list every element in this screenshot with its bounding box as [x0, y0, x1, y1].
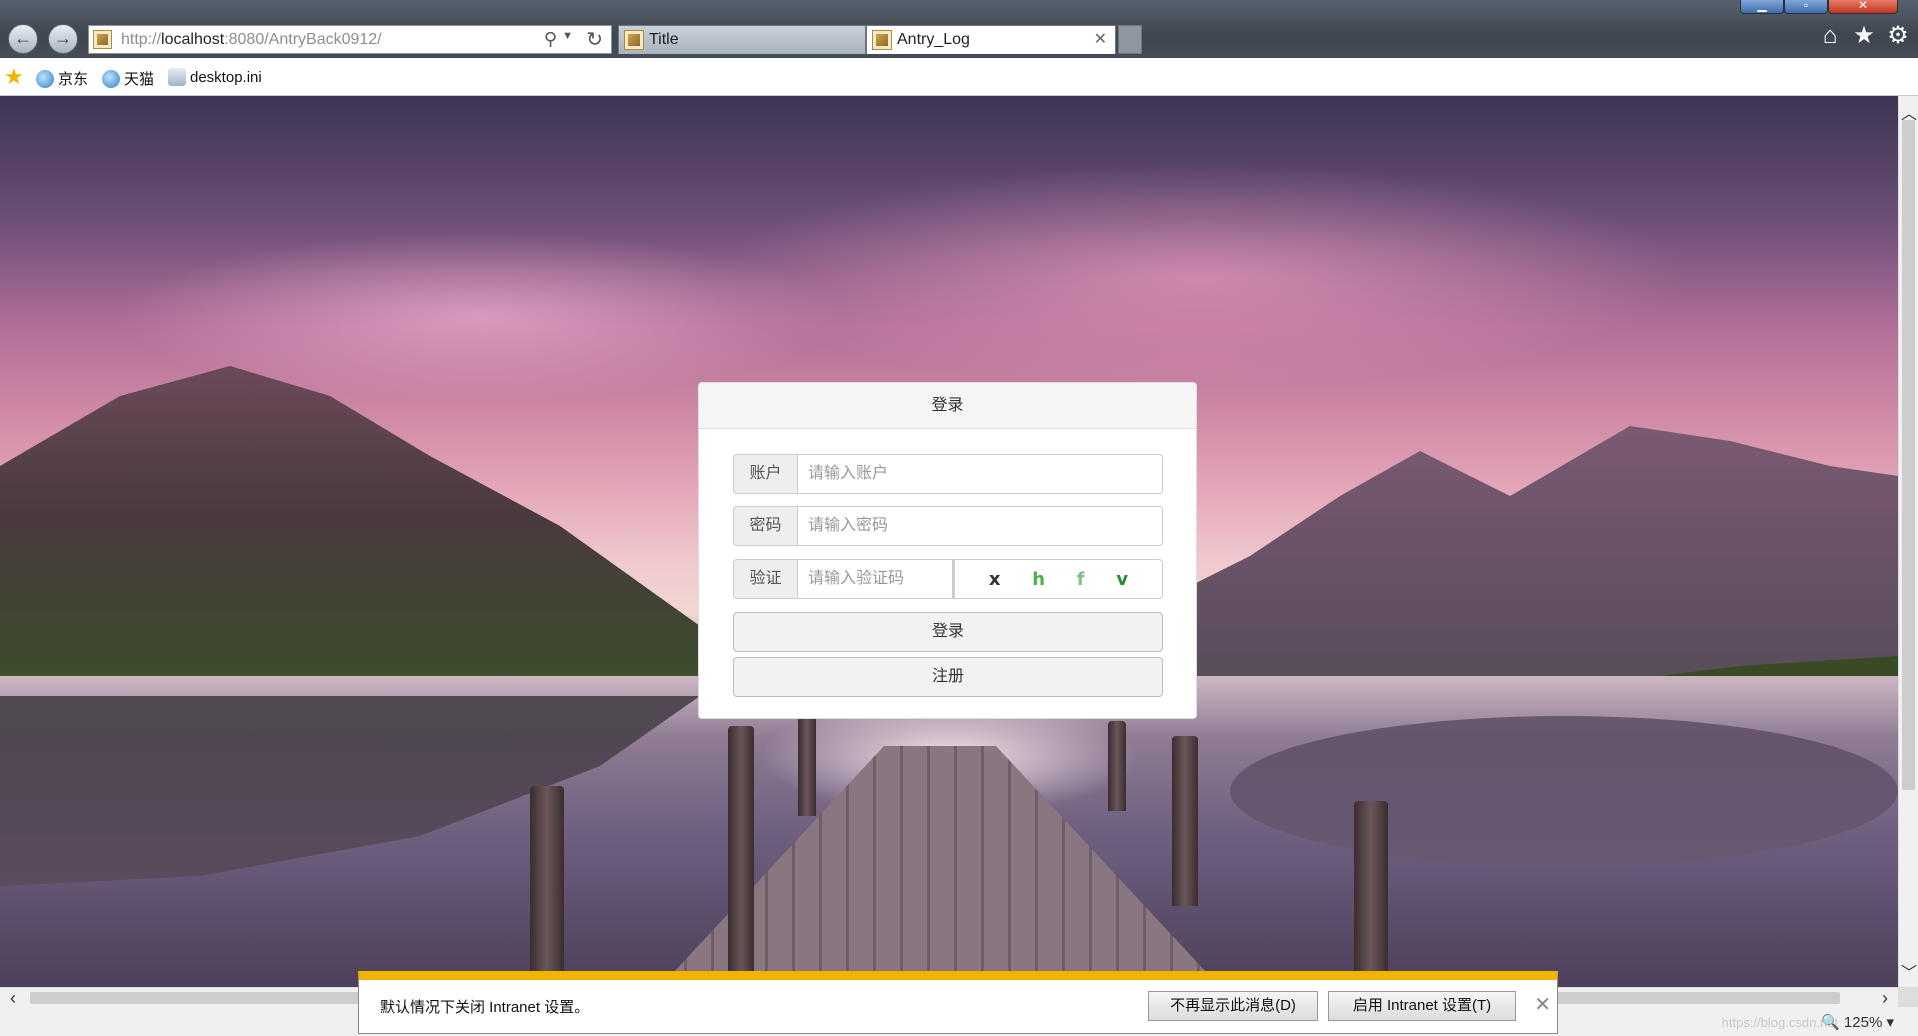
captcha-char: h	[1032, 568, 1046, 590]
pier-post	[798, 716, 816, 816]
pier-post	[530, 786, 564, 987]
tab-antry-log[interactable]: Antry_Log ✕	[866, 25, 1116, 54]
scroll-right-icon[interactable]: ›	[1882, 988, 1888, 1009]
tab-favicon-icon	[872, 30, 892, 50]
pier-post	[1354, 801, 1388, 987]
scroll-left-icon[interactable]: ‹	[10, 988, 16, 1009]
scrollbar-thumb[interactable]	[1902, 120, 1915, 790]
login-title: 登录	[699, 383, 1196, 429]
register-button[interactable]: 注册	[733, 657, 1163, 697]
window-close-button[interactable]: ✕	[1828, 0, 1898, 14]
new-tab-button[interactable]	[1118, 25, 1142, 54]
password-input[interactable]	[797, 506, 1163, 546]
tab-label: Antry_Log	[897, 31, 970, 48]
captcha-char: x	[988, 568, 1001, 590]
login-button[interactable]: 登录	[733, 612, 1163, 652]
login-panel: 登录 账户 密码 验证 x h f v 登录 注册	[698, 382, 1197, 719]
favorite-jingdong[interactable]: 京东	[36, 68, 88, 89]
address-bar[interactable]: http://localhost:8080/AntryBack0912/ ⚲ ▼…	[88, 25, 612, 54]
page-favicon-icon	[93, 30, 112, 49]
forward-button[interactable]: →	[48, 24, 78, 54]
back-button[interactable]: ←	[8, 24, 38, 54]
ie-icon	[102, 69, 120, 88]
minimize-button[interactable]: ▁	[1740, 0, 1784, 14]
home-icon[interactable]: ⌂	[1818, 24, 1842, 48]
ie-icon	[36, 69, 54, 88]
page-viewport: 登录 账户 密码 验证 x h f v 登录 注册	[0, 96, 1898, 987]
window-controls: ▁ ▫ ✕	[1740, 0, 1898, 14]
notification-message: 默认情况下关闭 Intranet 设置。	[380, 999, 590, 1016]
favorite-tmall[interactable]: 天猫	[102, 68, 154, 89]
pier-post	[728, 726, 754, 987]
search-icon[interactable]: ⚲	[544, 29, 557, 50]
pier-post	[1108, 721, 1126, 811]
intranet-notification: 默认情况下关闭 Intranet 设置。 不再显示此消息(D) 启用 Intra…	[358, 971, 1558, 1034]
vertical-scrollbar[interactable]: ︿ ﹀	[1898, 96, 1918, 987]
password-group: 密码	[733, 506, 1163, 546]
captcha-label: 验证	[733, 559, 797, 599]
chevron-down-icon[interactable]: ▼	[562, 30, 573, 42]
tab-favicon-icon	[624, 30, 644, 50]
favorite-desktop-ini[interactable]: desktop.ini	[168, 68, 262, 86]
captcha-char: f	[1076, 568, 1085, 590]
maximize-button[interactable]: ▫	[1784, 0, 1828, 14]
document-icon	[168, 68, 186, 86]
zoom-icon: 🔍	[1821, 1014, 1840, 1031]
tab-title[interactable]: Title	[618, 25, 866, 54]
favorites-bar: ★ 京东 天猫 desktop.ini	[0, 58, 1918, 96]
refresh-icon[interactable]: ↻	[586, 27, 603, 52]
gear-icon[interactable]: ⚙	[1886, 24, 1910, 48]
browser-toolbar: ▁ ▫ ✕ ← → http://localhost:8080/AntryBac…	[0, 0, 1918, 58]
captcha-group: 验证 x h f v	[733, 559, 1163, 599]
address-url[interactable]: http://localhost:8080/AntryBack0912/	[121, 31, 382, 49]
account-group: 账户	[733, 454, 1163, 494]
captcha-char: v	[1116, 568, 1129, 590]
tab-label: Title	[649, 31, 679, 48]
add-favorite-star-icon[interactable]: ★	[4, 66, 24, 88]
captcha-image[interactable]: x h f v	[953, 559, 1163, 599]
captcha-input[interactable]	[797, 559, 953, 599]
account-input[interactable]	[797, 454, 1163, 494]
enable-intranet-button[interactable]: 启用 Intranet 设置(T)	[1328, 991, 1516, 1021]
dismiss-message-button[interactable]: 不再显示此消息(D)	[1148, 991, 1318, 1021]
pier-post	[1172, 736, 1198, 906]
zoom-level[interactable]: 🔍 125% ▾	[1821, 1013, 1894, 1031]
account-label: 账户	[733, 454, 797, 494]
password-label: 密码	[733, 506, 797, 546]
tab-close-icon[interactable]: ✕	[1094, 29, 1107, 49]
close-icon[interactable]: ✕	[1534, 992, 1551, 1017]
favorites-star-icon[interactable]: ★	[1852, 24, 1876, 48]
background-reflection-right	[1230, 716, 1898, 866]
scroll-down-icon[interactable]: ﹀	[1901, 959, 1917, 983]
